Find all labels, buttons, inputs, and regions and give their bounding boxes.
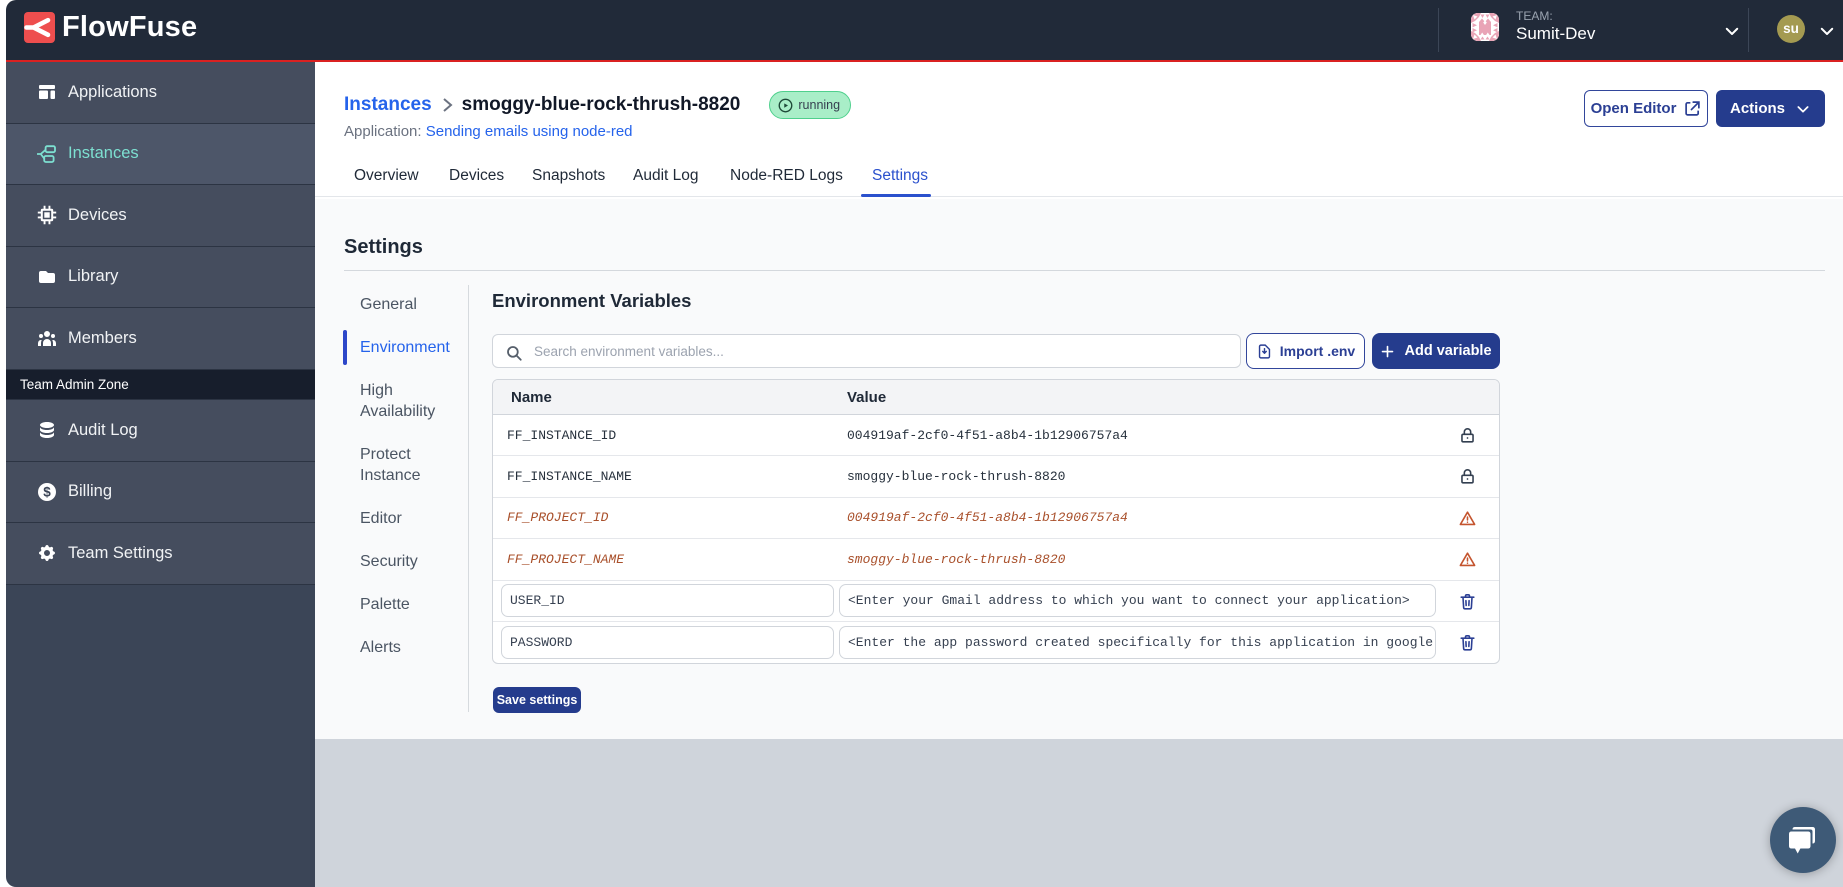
- svg-text:$: $: [43, 484, 51, 499]
